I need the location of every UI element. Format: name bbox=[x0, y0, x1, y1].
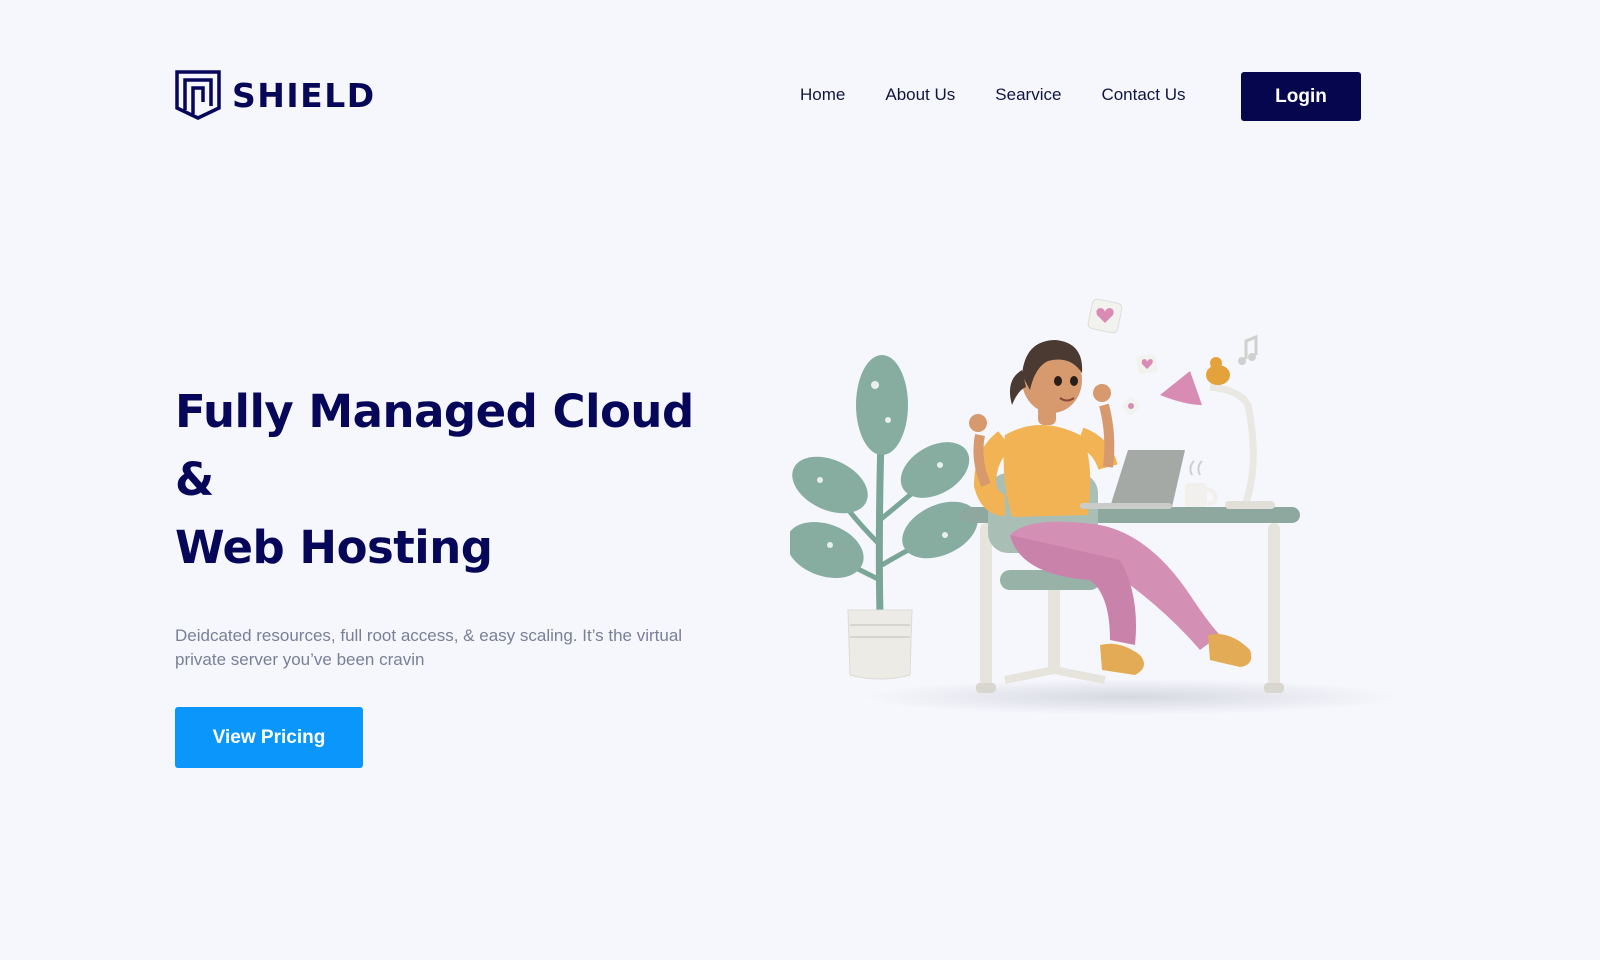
nav-contact-us[interactable]: Contact Us bbox=[1101, 85, 1185, 105]
site-header: SHIELD Home About Us Searvice Contact Us… bbox=[175, 70, 1361, 121]
nav-about-us[interactable]: About Us bbox=[885, 85, 955, 105]
hero-section: Fully Managed Cloud & Web Hosting Deidca… bbox=[175, 378, 735, 768]
login-button[interactable]: Login bbox=[1241, 72, 1361, 121]
hero-description: Deidcated resources, full root access, &… bbox=[175, 626, 683, 669]
music-note-icon bbox=[1238, 334, 1258, 365]
nav-service[interactable]: Searvice bbox=[995, 85, 1061, 105]
illustration-svg bbox=[790, 298, 1400, 715]
shield-logo-icon bbox=[175, 70, 221, 120]
main-nav: Home About Us Searvice Contact Us bbox=[800, 70, 1226, 120]
landing-page: SHIELD Home About Us Searvice Contact Us… bbox=[0, 0, 1600, 960]
brand[interactable]: SHIELD bbox=[175, 70, 376, 120]
hero-title-line-2: Web Hosting bbox=[175, 521, 493, 574]
nav-home[interactable]: Home bbox=[800, 85, 845, 105]
desk-lamp bbox=[1160, 357, 1275, 509]
hero-title-line-1: Fully Managed Cloud & bbox=[175, 385, 694, 506]
floor-shadow bbox=[860, 679, 1400, 715]
woman-at-desk-illustration bbox=[790, 295, 1410, 735]
view-pricing-button[interactable]: View Pricing bbox=[175, 707, 363, 768]
brand-name: SHIELD bbox=[232, 75, 376, 115]
plant bbox=[790, 355, 978, 680]
coffee-mug bbox=[1185, 460, 1218, 507]
hero-title: Fully Managed Cloud & Web Hosting bbox=[175, 378, 735, 582]
